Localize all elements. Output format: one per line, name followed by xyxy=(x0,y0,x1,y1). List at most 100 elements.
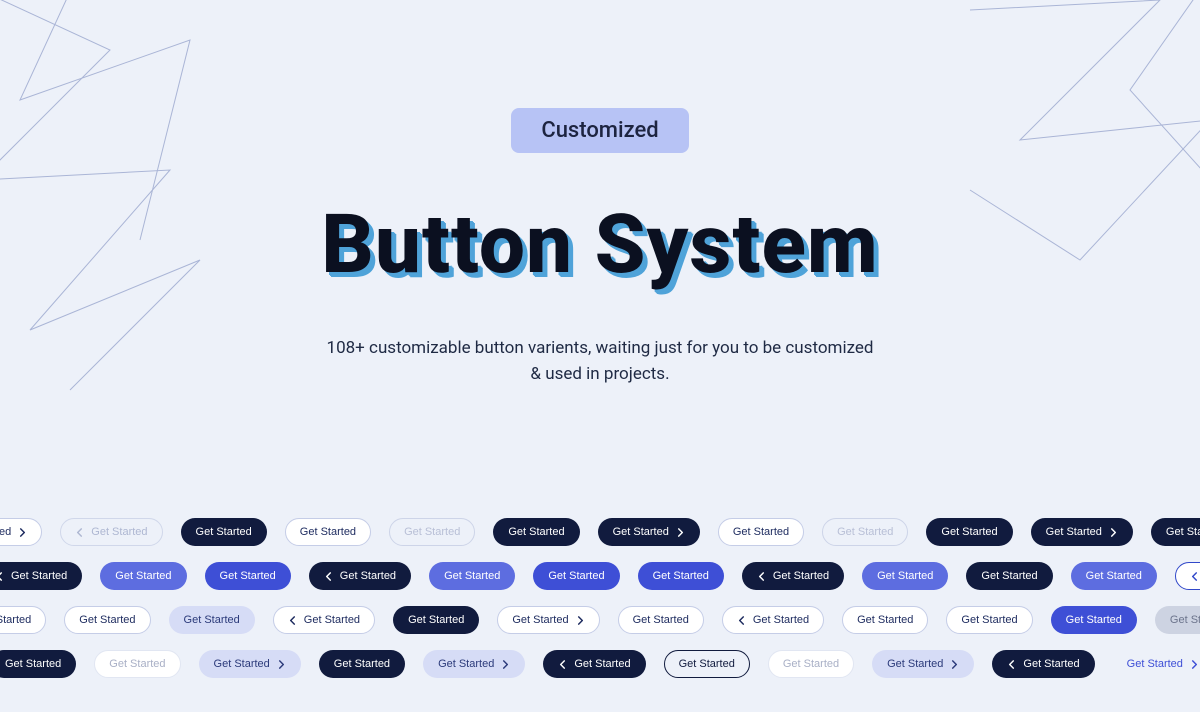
get-started-button[interactable]: Get Started xyxy=(423,650,525,678)
button-label: Get Started xyxy=(196,526,252,538)
get-started-button[interactable]: Get Started xyxy=(273,606,375,634)
button-label: Get Started xyxy=(548,570,604,582)
button-row: Get Started Get Started Get Started Get Sta… xyxy=(0,562,1200,590)
chevron-left-icon xyxy=(288,616,297,625)
button-label: Get Started xyxy=(733,526,789,538)
button-label: Get Started xyxy=(941,526,997,538)
get-started-button[interactable]: Get Started xyxy=(533,562,619,590)
button-label: Get Started xyxy=(304,614,360,626)
button-label: Get Started xyxy=(438,658,494,670)
get-started-button[interactable]: Get Started xyxy=(493,518,579,546)
chevron-right-icon xyxy=(18,528,27,537)
button-label: Get Started xyxy=(773,570,829,582)
button-label: Get Started xyxy=(184,614,240,626)
button-label: Get Started xyxy=(1086,570,1142,582)
button-label: Get Started xyxy=(981,570,1037,582)
button-label: Get Started xyxy=(0,614,31,626)
button-row: Get Started Get Started Get Started Get Sta… xyxy=(0,518,1200,546)
get-started-button[interactable]: Get Started xyxy=(768,650,854,678)
page-subtitle: 108+ customizable button varients, waiti… xyxy=(320,335,880,388)
get-started-button[interactable]: Get Started xyxy=(1151,518,1200,546)
button-label: Get Started xyxy=(887,658,943,670)
button-label: Get Started xyxy=(574,658,630,670)
button-label: Get Started xyxy=(340,570,396,582)
chevron-right-icon xyxy=(1109,528,1118,537)
button-label: Get Started xyxy=(109,658,165,670)
get-started-button[interactable]: Get Started xyxy=(309,562,411,590)
get-started-button[interactable]: Get Started xyxy=(285,518,371,546)
button-label: Get Started xyxy=(961,614,1017,626)
chevron-left-icon xyxy=(324,572,333,581)
get-started-button[interactable]: Get Started xyxy=(862,562,948,590)
get-started-button[interactable]: Get Started xyxy=(94,650,180,678)
get-started-button[interactable]: Get Started xyxy=(0,606,46,634)
get-started-button[interactable]: Get Started xyxy=(638,562,724,590)
button-label: Get Started xyxy=(404,526,460,538)
get-started-button[interactable]: Get Started xyxy=(0,562,82,590)
get-started-button[interactable]: Get Started xyxy=(946,606,1032,634)
button-label: Get Started xyxy=(5,658,61,670)
get-started-button[interactable]: Get Started xyxy=(664,650,750,678)
get-started-button[interactable]: Get Started xyxy=(598,518,700,546)
button-label: Get Started xyxy=(300,526,356,538)
get-started-button[interactable]: Get Started xyxy=(60,518,162,546)
chevron-right-icon xyxy=(950,660,959,669)
get-started-button[interactable]: Get Started xyxy=(429,562,515,590)
get-started-button[interactable]: Get Started xyxy=(842,606,928,634)
get-started-button[interactable]: Get Started xyxy=(389,518,475,546)
chevron-left-icon xyxy=(558,660,567,669)
page-title: Button System xyxy=(321,197,879,293)
get-started-button[interactable]: Get Started xyxy=(1031,518,1133,546)
get-started-button[interactable]: Get Started xyxy=(1175,562,1200,590)
get-started-button[interactable]: Get Started xyxy=(497,606,599,634)
button-label: Get Started xyxy=(11,570,67,582)
get-started-button[interactable]: Get Started xyxy=(718,518,804,546)
get-started-button[interactable]: Get Started xyxy=(992,650,1094,678)
button-label: Get Started xyxy=(1023,658,1079,670)
button-row: Get Started Get Started Get Started Get Sta… xyxy=(0,606,1200,634)
get-started-button[interactable]: Get Started xyxy=(742,562,844,590)
get-started-button[interactable]: Get Started xyxy=(722,606,824,634)
get-started-button[interactable]: Get Started xyxy=(618,606,704,634)
get-started-button[interactable]: Get Started xyxy=(872,650,974,678)
get-started-button[interactable]: Get Started xyxy=(966,562,1052,590)
button-label: Get Started xyxy=(334,658,390,670)
button-label: Get Started xyxy=(1166,526,1200,538)
get-started-button[interactable]: Get Started xyxy=(181,518,267,546)
get-started-button[interactable]: Get Started xyxy=(0,650,76,678)
get-started-button[interactable]: Get Started xyxy=(1155,606,1200,634)
button-label: Get Started xyxy=(91,526,147,538)
button-label: Get Started xyxy=(1066,614,1122,626)
get-started-button[interactable]: Get Started xyxy=(0,518,42,546)
get-started-button[interactable]: Get Started xyxy=(1113,650,1200,678)
button-label: Get Started xyxy=(1127,658,1183,670)
get-started-button[interactable]: Get Started xyxy=(64,606,150,634)
button-label: Get Started xyxy=(857,614,913,626)
badge-customized: Customized xyxy=(511,108,688,153)
get-started-button[interactable]: Get Started xyxy=(319,650,405,678)
button-label: Get Started xyxy=(508,526,564,538)
button-label: Get Started xyxy=(653,570,709,582)
button-label: Get Started xyxy=(0,526,11,538)
chevron-right-icon xyxy=(576,616,585,625)
button-label: Get Started xyxy=(877,570,933,582)
get-started-button[interactable]: Get Started xyxy=(100,562,186,590)
button-label: Get Started xyxy=(408,614,464,626)
get-started-button[interactable]: Get Started xyxy=(205,562,291,590)
get-started-button[interactable]: Get Started xyxy=(543,650,645,678)
get-started-button[interactable]: Get Started xyxy=(199,650,301,678)
get-started-button[interactable]: Get Started xyxy=(822,518,908,546)
button-label: Get Started xyxy=(512,614,568,626)
button-label: Get Started xyxy=(214,658,270,670)
button-label: Get Started xyxy=(220,570,276,582)
button-label: Get Started xyxy=(1170,614,1200,626)
chevron-right-icon xyxy=(676,528,685,537)
get-started-button[interactable]: Get Started xyxy=(393,606,479,634)
get-started-button[interactable]: Get Started xyxy=(1071,562,1157,590)
chevron-left-icon xyxy=(0,572,4,581)
get-started-button[interactable]: Get Started xyxy=(1051,606,1137,634)
button-label: Get Started xyxy=(444,570,500,582)
get-started-button[interactable]: Get Started xyxy=(926,518,1012,546)
button-label: Get Started xyxy=(1046,526,1102,538)
get-started-button[interactable]: Get Started xyxy=(169,606,255,634)
